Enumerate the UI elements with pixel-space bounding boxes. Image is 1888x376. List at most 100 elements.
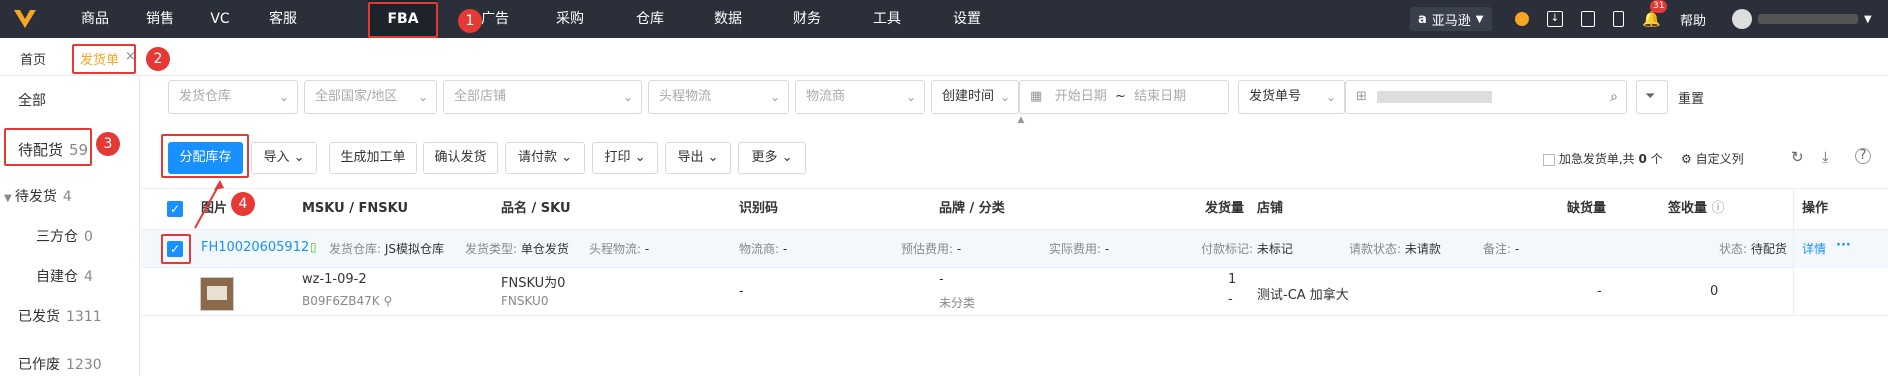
collapse-icon[interactable]: ▲: [1006, 116, 1036, 125]
nav-vc[interactable]: VC: [200, 0, 240, 38]
chevron-down-icon: ▼: [1475, 13, 1484, 25]
gear-icon: ⚙: [1681, 152, 1692, 166]
pin-icon[interactable]: ⚲: [383, 294, 392, 308]
highlight-box-3: [4, 128, 92, 166]
nav-finance[interactable]: 财务: [782, 0, 832, 38]
nav-tools[interactable]: 工具: [862, 0, 912, 38]
help-icon[interactable]: ?: [1855, 148, 1871, 164]
import-button[interactable]: 导入 ⌄: [251, 142, 317, 174]
amazon-icon: a: [1418, 11, 1427, 27]
sidebar-item-all[interactable]: 全部: [18, 90, 46, 110]
col-short: 缺货量: [1567, 201, 1607, 216]
highlight-box-1: [368, 2, 438, 38]
label: 请款状态:: [1349, 242, 1402, 256]
chevron-down-icon: ⌄: [905, 90, 916, 104]
col-name: 品名 / SKU: [501, 201, 571, 216]
sidebar-item-voided[interactable]: 已作废 1230: [18, 354, 102, 374]
copy-icon[interactable]: ▯: [310, 240, 317, 254]
date-separator: ~: [1114, 89, 1126, 104]
label: 实际费用:: [1049, 242, 1102, 256]
help-icon[interactable]: ⓘ: [1712, 201, 1725, 216]
urgent-unit: 个: [1650, 152, 1663, 166]
sidebar-item-third[interactable]: 三方仓 0: [36, 226, 93, 246]
logistics-filter[interactable]: 头程物流 ⌄: [648, 80, 789, 114]
label: 发货类型:: [465, 242, 518, 256]
select-all-checkbox[interactable]: ✓: [167, 201, 183, 217]
filter-bar: 发货仓库 ⌄ 全部国家/地区 ⌄ 全部店铺 ⌄ 头程物流 ⌄ 物流商 ⌄ 创建时间 ⌄ ▦ …: [141, 80, 1888, 114]
order-status: 待配货: [1750, 242, 1787, 256]
col-sign-label: 签收量: [1668, 201, 1708, 216]
main-content: 发货仓库 ⌄ 全部国家/地区 ⌄ 全部店铺 ⌄ 头程物流 ⌄ 物流商 ⌄ 创建时间 ⌄ ▦ …: [141, 76, 1888, 376]
print-button[interactable]: 打印 ⌄: [592, 142, 658, 174]
order-row[interactable]: ✓ FH10020605912 ▯ 发货仓库: JS模拟仓库 发货类型: 单仓发…: [141, 230, 1888, 268]
urgent-filter[interactable]: 加急发货单,共 0 个: [1543, 150, 1663, 167]
fnsku-value: B09F6ZB47K: [302, 294, 380, 308]
store-selector[interactable]: a 亚马逊 ▼: [1410, 0, 1492, 38]
nav-goods[interactable]: 商品: [70, 0, 120, 38]
item-qty: 1: [1228, 272, 1237, 287]
user-menu[interactable]: ▼: [1732, 0, 1872, 38]
refresh-icon[interactable]: ↻: [1791, 148, 1804, 166]
app-logo[interactable]: [12, 6, 38, 32]
urgent-checkbox[interactable]: [1543, 153, 1555, 166]
coin-icon[interactable]: [1515, 12, 1529, 26]
order-request-status: 未请款: [1404, 242, 1441, 256]
help-link[interactable]: 帮助: [1680, 0, 1706, 38]
mobile-icon[interactable]: [1613, 11, 1624, 27]
provider-filter[interactable]: 物流商 ⌄: [795, 80, 925, 114]
confirm-ship-button[interactable]: 确认发货: [423, 142, 498, 174]
nav-sales[interactable]: 销售: [135, 0, 185, 38]
button-label: 请付款: [517, 150, 557, 165]
filter-placeholder: 全部国家/地区: [315, 89, 398, 104]
end-date-placeholder: 结束日期: [1134, 89, 1187, 104]
col-code: 识别码: [739, 201, 779, 216]
product-image[interactable]: [200, 277, 234, 311]
download-icon[interactable]: ⤓: [1822, 148, 1829, 166]
filter-placeholder: 物流商: [806, 89, 846, 104]
nav-warehouse[interactable]: 仓库: [625, 0, 675, 38]
task-list-icon[interactable]: [1581, 11, 1595, 27]
sidebar-item-toship[interactable]: ▼ 待发货 4: [4, 186, 72, 206]
custom-columns-button[interactable]: ⚙ 自定义列: [1681, 150, 1744, 167]
nav-data[interactable]: 数据: [703, 0, 753, 38]
date-range-picker[interactable]: ▦ 开始日期 ~ 结束日期: [1019, 80, 1229, 114]
shop-filter[interactable]: 全部店铺 ⌄: [443, 80, 642, 114]
ops-cell: [1793, 268, 1888, 316]
tab-home[interactable]: 首页: [20, 49, 46, 68]
warehouse-filter[interactable]: 发货仓库 ⌄: [168, 80, 298, 114]
more-actions-icon[interactable]: ···: [1836, 238, 1851, 253]
grid-icon: ⊞: [1356, 89, 1367, 104]
search-input[interactable]: ⊞ ⌕: [1345, 80, 1627, 114]
detail-link[interactable]: 详情: [1802, 240, 1826, 257]
more-button[interactable]: 更多 ⌄: [738, 142, 806, 174]
filter-icon[interactable]: ⏷: [1636, 80, 1668, 114]
request-payment-button[interactable]: 请付款 ⌄: [505, 142, 585, 174]
sidebar-item-shipped[interactable]: 已发货 1311: [18, 306, 102, 326]
filter-placeholder: 发货仓库: [179, 89, 232, 104]
country-filter[interactable]: 全部国家/地区 ⌄: [304, 80, 437, 114]
calendar-icon: ▦: [1030, 89, 1047, 104]
top-icons: ↓ 🔔 31: [1515, 0, 1668, 38]
status-sidebar: 全部 待配货 59 ▼ 待发货 4 三方仓 0 自建仓 4 已发货 1311 已作废 123…: [0, 76, 140, 376]
bell-icon[interactable]: 🔔 31: [1642, 0, 1668, 28]
reset-button[interactable]: 重置: [1678, 88, 1704, 107]
avatar: [1732, 9, 1752, 29]
nav-purchase[interactable]: 采购: [545, 0, 595, 38]
chevron-down-icon: ⌄: [999, 90, 1010, 104]
nav-service[interactable]: 客服: [258, 0, 308, 38]
nav-settings[interactable]: 设置: [942, 0, 992, 38]
search-icon[interactable]: ⌕: [1610, 81, 1618, 113]
notification-badge: 31: [1650, 0, 1668, 13]
urgent-label: 加急发货单,共: [1558, 152, 1635, 166]
search-type-select[interactable]: 发货单号 ⌄: [1238, 80, 1345, 114]
order-provider: -: [782, 242, 788, 256]
order-paymark: 未标记: [1256, 242, 1293, 256]
export-button[interactable]: 导出 ⌄: [665, 142, 731, 174]
sidebar-item-self[interactable]: 自建仓 4: [36, 266, 93, 286]
time-type-select[interactable]: 创建时间 ⌄: [931, 80, 1019, 114]
generate-work-order-button[interactable]: 生成加工单: [329, 142, 417, 174]
order-type: 单仓发货: [520, 242, 569, 256]
item-fnsku: B09F6ZB47K ⚲: [302, 294, 392, 308]
order-id-link[interactable]: FH10020605912: [201, 240, 309, 255]
download-icon[interactable]: ↓: [1547, 11, 1563, 27]
